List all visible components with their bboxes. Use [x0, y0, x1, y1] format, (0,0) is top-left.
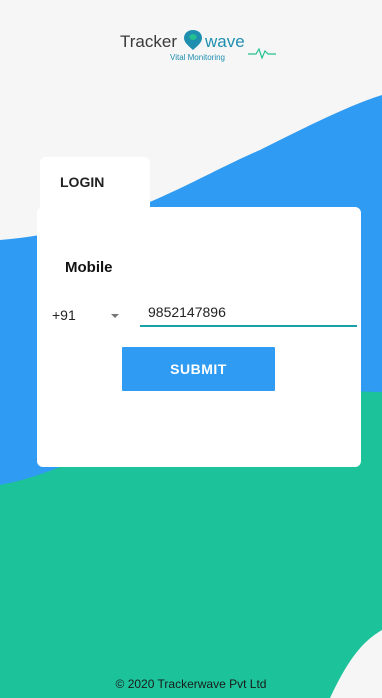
- logo-brand-left: Tracker: [120, 32, 177, 51]
- app-logo: Tracker wave Vital Monitoring: [110, 24, 280, 68]
- pulse-icon: [248, 47, 276, 59]
- footer-copyright: © 2020 Trackerwave Pvt Ltd: [115, 677, 267, 691]
- tab-login-label: LOGIN: [60, 174, 105, 190]
- chevron-down-icon: [111, 314, 119, 318]
- login-card: Mobile +91 9852147896 SUBMIT: [37, 207, 361, 467]
- logo-brand-right: wave: [205, 32, 245, 51]
- mobile-number-value: 9852147896: [148, 304, 226, 320]
- country-code-value: +91: [52, 307, 76, 323]
- mobile-number-input[interactable]: 9852147896: [140, 295, 357, 327]
- mobile-label: Mobile: [65, 259, 113, 276]
- submit-button[interactable]: SUBMIT: [122, 347, 275, 391]
- logo-tagline: Vital Monitoring: [170, 53, 225, 62]
- location-pin-icon: [184, 30, 202, 50]
